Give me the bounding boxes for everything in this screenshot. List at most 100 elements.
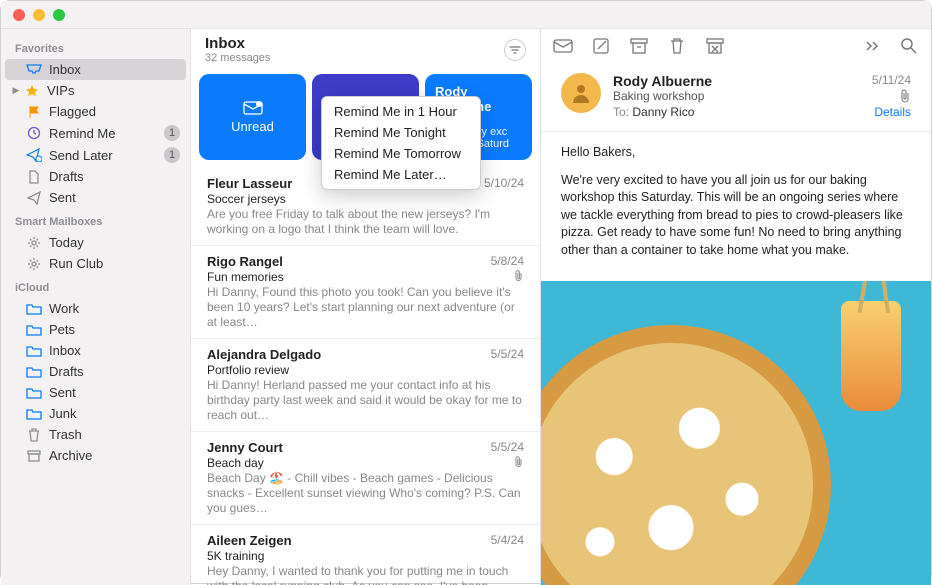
- message-preview: Hi Danny, Found this photo you took! Can…: [207, 285, 524, 330]
- sidebar-item-today[interactable]: Today: [1, 232, 190, 253]
- sidebar-item-label: Sent: [49, 385, 76, 400]
- remind-menu-item[interactable]: Remind Me Later…: [322, 164, 480, 185]
- folder-icon: [25, 323, 43, 337]
- message-date: 5/5/24: [491, 347, 524, 362]
- folder-icon: [25, 344, 43, 358]
- sidebar-item-inbox[interactable]: Inbox: [1, 340, 190, 361]
- search-icon[interactable]: [899, 37, 919, 55]
- attachment-icon: [514, 270, 524, 284]
- body-paragraph: We're very excited to have you all join …: [561, 172, 911, 260]
- sidebar-item-inbox[interactable]: Inbox: [5, 59, 186, 80]
- window-titlebar: [1, 1, 931, 29]
- sidebar-item-label: Drafts: [49, 169, 84, 184]
- message-row[interactable]: Rigo Rangel5/8/24 Fun memories Hi Danny,…: [191, 246, 540, 339]
- folder-icon: [25, 407, 43, 421]
- sidebar-item-drafts[interactable]: Drafts: [1, 361, 190, 382]
- traffic-lights: [13, 9, 65, 21]
- envelope-icon[interactable]: [553, 37, 573, 55]
- envelope-badge-icon: [243, 101, 263, 115]
- message-subject: Soccer jerseys: [207, 192, 286, 206]
- sidebar-item-label: Junk: [49, 406, 76, 421]
- sidebar-badge: 1: [164, 125, 180, 141]
- paperplane-icon: [25, 191, 43, 205]
- message-subject: 5K training: [207, 549, 264, 563]
- folder-icon: [25, 386, 43, 400]
- sidebar-item-label: Work: [49, 301, 79, 316]
- sidebar-item-remind-me[interactable]: Remind Me 1: [1, 122, 190, 144]
- message-date: 5/5/24: [491, 440, 524, 455]
- zoom-window-button[interactable]: [53, 9, 65, 21]
- sidebar-item-trash[interactable]: Trash: [1, 424, 190, 445]
- archive-icon[interactable]: [629, 37, 649, 55]
- sidebar-item-label: Drafts: [49, 364, 84, 379]
- sidebar-item-sent[interactable]: Sent: [1, 382, 190, 403]
- sidebar-section-header: iCloud: [1, 274, 190, 298]
- top-cards: Unread Rem Rody Albuerne shop We're very…: [191, 70, 540, 168]
- mailbox-title: Inbox: [205, 35, 504, 52]
- trash-icon[interactable]: [667, 37, 687, 55]
- star-icon: [23, 84, 41, 98]
- sidebar-item-archive[interactable]: Archive: [1, 445, 190, 466]
- paperplane-clock-icon: [25, 148, 43, 162]
- sidebar-item-label: Inbox: [49, 62, 81, 77]
- doc-icon: [25, 170, 43, 184]
- message-preview: Beach Day 🏖️ - Chill vibes - Beach games…: [207, 471, 524, 516]
- close-window-button[interactable]: [13, 9, 25, 21]
- attachment-icon: [899, 89, 911, 103]
- sidebar-item-label: Remind Me: [49, 126, 115, 141]
- compose-icon[interactable]: [591, 37, 611, 55]
- junk-icon[interactable]: [705, 37, 725, 55]
- list-header: Inbox 32 messages: [191, 29, 540, 70]
- remind-me-menu: Remind Me in 1 HourRemind Me TonightRemi…: [321, 96, 481, 190]
- sidebar-item-send-later[interactable]: Send Later1: [1, 144, 190, 166]
- sidebar-item-pets[interactable]: Pets: [1, 319, 190, 340]
- reader-date: 5/11/24: [872, 73, 911, 89]
- to-name: Danny Rico: [632, 105, 694, 119]
- sidebar-item-junk[interactable]: Junk: [1, 403, 190, 424]
- message-row[interactable]: Aileen Zeigen5/4/24 5K training Hey Dann…: [191, 525, 540, 585]
- reader-attachment-image: [541, 281, 931, 585]
- message-sender: Jenny Court: [207, 440, 283, 455]
- message-date: 5/4/24: [491, 533, 524, 548]
- message-subject: Portfolio review: [207, 363, 289, 377]
- details-link[interactable]: Details: [874, 105, 911, 119]
- body-greeting: Hello Bakers,: [561, 144, 911, 162]
- attachment-icon: [514, 456, 524, 470]
- gear-icon: [25, 257, 43, 271]
- sidebar-section-header: Smart Mailboxes: [1, 208, 190, 232]
- message-row[interactable]: Jenny Court 5/5/24 Beach day Beach Day 🏖️…: [191, 432, 540, 525]
- reader-subject: Baking workshop: [613, 89, 704, 103]
- sidebar-item-drafts[interactable]: Drafts: [1, 166, 190, 187]
- sidebar-item-label: Pets: [49, 322, 75, 337]
- more-icon[interactable]: [861, 37, 881, 55]
- filter-button[interactable]: [504, 39, 526, 61]
- archive-icon: [25, 449, 43, 463]
- minimize-window-button[interactable]: [33, 9, 45, 21]
- reader-toolbar: [541, 29, 931, 63]
- sidebar-item-label: Trash: [49, 427, 82, 442]
- sidebar-item-sent[interactable]: Sent: [1, 187, 190, 208]
- flag-icon: [25, 105, 43, 119]
- sidebar-item-run-club[interactable]: Run Club: [1, 253, 190, 274]
- message-list[interactable]: Fleur Lasseur5/10/24 Soccer jerseys Are …: [191, 168, 540, 585]
- unread-card[interactable]: Unread: [199, 74, 306, 160]
- message-sender: Aileen Zeigen: [207, 533, 292, 548]
- remind-menu-item[interactable]: Remind Me in 1 Hour: [322, 101, 480, 122]
- message-subject: Beach day: [207, 456, 264, 470]
- sidebar-item-flagged[interactable]: Flagged: [1, 101, 190, 122]
- sidebar-item-vips[interactable]: ▶VIPs: [1, 80, 190, 101]
- remind-menu-item[interactable]: Remind Me Tomorrow: [322, 143, 480, 164]
- message-list-pane: Inbox 32 messages Unread Rem Rody Albuer…: [191, 29, 541, 585]
- gear-icon: [25, 236, 43, 250]
- message-row[interactable]: Alejandra Delgado 5/5/24 Portfolio review…: [191, 339, 540, 432]
- message-sender: Fleur Lasseur: [207, 176, 292, 191]
- remind-menu-item[interactable]: Remind Me Tonight: [322, 122, 480, 143]
- filter-icon: [508, 43, 522, 57]
- sidebar-item-label: Sent: [49, 190, 76, 205]
- message-date: 5/10/24: [484, 176, 524, 191]
- message-sender: Alejandra Delgado: [207, 347, 321, 362]
- sidebar-item-label: Flagged: [49, 104, 96, 119]
- sidebar-item-label: VIPs: [47, 83, 74, 98]
- sidebar-item-work[interactable]: Work: [1, 298, 190, 319]
- sidebar-item-label: Inbox: [49, 343, 81, 358]
